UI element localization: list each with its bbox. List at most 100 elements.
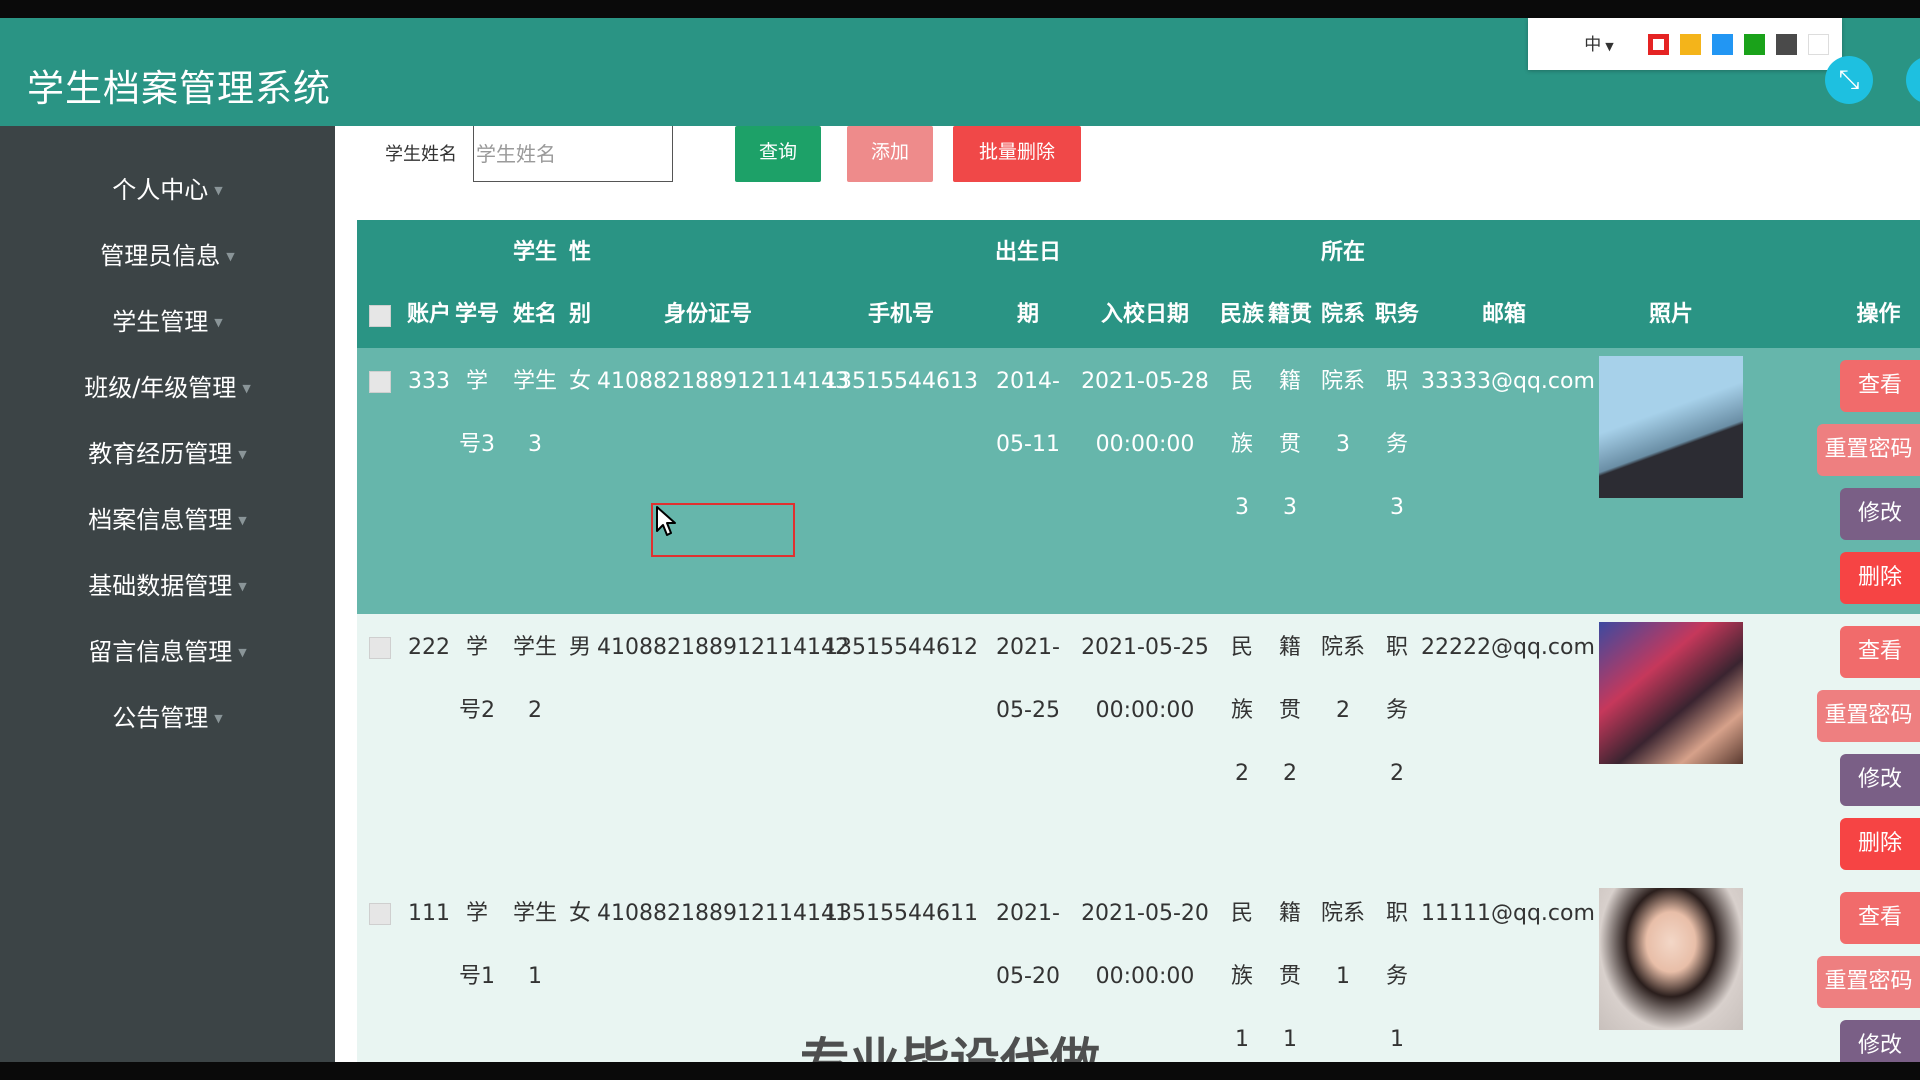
cell-id-card: 410882188912114142 <box>597 635 849 660</box>
sidebar-item-class-grade[interactable]: 班级/年级管理 ▼ <box>0 368 335 408</box>
theme-swatch-blue[interactable] <box>1712 34 1733 55</box>
sidebar-item-student-management[interactable]: 学生管理 ▼ <box>0 302 335 342</box>
sidebar-item-basic-data[interactable]: 基础数据管理 ▼ <box>0 566 335 606</box>
cell-birth-cont: 05-20 <box>996 964 1060 989</box>
sidebar-item-label: 留言信息管理 <box>88 638 233 666</box>
delete-button[interactable]: 删除 <box>1840 552 1920 604</box>
edit-button[interactable]: 修改 <box>1840 754 1920 806</box>
screen-bottom-border <box>0 1062 1920 1080</box>
table-row[interactable]: 333 学 号3 学生 3 女 410882188912114143 13515… <box>357 348 1920 614</box>
query-button[interactable]: 查询 <box>735 126 821 182</box>
cell-native-place-cont2: 1 <box>1283 1027 1297 1052</box>
cell-account: 111 <box>408 901 450 926</box>
cell-birth: 2021- <box>996 901 1060 926</box>
cell-email: 22222@qq.com <box>1421 635 1595 660</box>
cell-phone: 13515544613 <box>824 369 978 394</box>
main-content: 学生姓名 查询 添加 批量删除 账户 学号 学生 姓名 性 别 身份证号 手机号… <box>335 126 1920 1062</box>
screen-top-border <box>0 0 1920 18</box>
cell-phone: 13515544612 <box>824 635 978 660</box>
theme-swatch-red[interactable] <box>1648 34 1669 55</box>
batch-delete-button[interactable]: 批量删除 <box>953 126 1081 182</box>
cell-department: 院系 <box>1320 369 1365 394</box>
header-gender-top: 性 <box>568 240 591 265</box>
cell-student-no: 学 <box>465 635 488 660</box>
cell-native-place: 籍 <box>1278 635 1301 660</box>
cell-enroll-date: 2021-05-20 <box>1081 901 1209 926</box>
sidebar-item-announcements[interactable]: 公告管理 ▼ <box>0 698 335 738</box>
cell-ethnicity-cont: 族 <box>1230 698 1253 723</box>
cell-email: 33333@qq.com <box>1421 369 1595 394</box>
sidebar-item-archive-info[interactable]: 档案信息管理 ▼ <box>0 500 335 540</box>
row-checkbox[interactable] <box>369 637 391 659</box>
cell-name: 学生 <box>512 635 557 660</box>
row-checkbox[interactable] <box>369 903 391 925</box>
chevron-down-icon: ▼ <box>238 448 247 461</box>
fullscreen-icon[interactable]: ⤡ <box>1825 56 1873 104</box>
edit-button[interactable]: 修改 <box>1840 1020 1920 1062</box>
cell-gender: 男 <box>568 635 591 660</box>
reset-password-button[interactable]: 重置密码 <box>1817 956 1920 1008</box>
sidebar-item-personal-center[interactable]: 个人中心 ▼ <box>0 170 335 210</box>
cell-native-place-cont2: 3 <box>1283 495 1297 520</box>
cell-native-place-cont: 贯 <box>1278 964 1301 989</box>
cell-native-place: 籍 <box>1278 369 1301 394</box>
select-all-checkbox[interactable] <box>369 305 391 327</box>
sidebar-item-messages[interactable]: 留言信息管理 ▼ <box>0 632 335 672</box>
view-button[interactable]: 查看 <box>1840 360 1920 412</box>
cell-department: 院系 <box>1320 901 1365 926</box>
edit-button[interactable]: 修改 <box>1840 488 1920 540</box>
mouse-cursor-icon <box>656 506 676 536</box>
cell-student-no-cont: 号2 <box>459 698 495 723</box>
cell-ethnicity-cont2: 3 <box>1235 495 1249 520</box>
sidebar-item-label: 管理员信息 <box>100 242 221 270</box>
cell-email: 11111@qq.com <box>1421 901 1595 926</box>
header-position: 职务 <box>1374 302 1419 327</box>
cell-native-place: 籍 <box>1278 901 1301 926</box>
add-button[interactable]: 添加 <box>847 126 933 182</box>
language-select[interactable]: 中 ▼ <box>1564 32 1634 58</box>
header-photo: 照片 <box>1648 302 1693 327</box>
cell-id-card: 410882188912114143 <box>597 369 849 394</box>
sidebar-item-education-history[interactable]: 教育经历管理 ▼ <box>0 434 335 474</box>
theme-swatch-green[interactable] <box>1744 34 1765 55</box>
delete-button[interactable]: 删除 <box>1840 818 1920 870</box>
cell-ethnicity: 民 <box>1230 369 1253 394</box>
caret-down-icon: ▼ <box>1605 40 1614 53</box>
sidebar-item-admin-info[interactable]: 管理员信息 ▼ <box>0 236 335 276</box>
sidebar-item-label: 班级/年级管理 <box>84 374 237 402</box>
header-native-place: 籍贯 <box>1267 302 1312 327</box>
student-name-search-input[interactable] <box>473 126 673 182</box>
cell-student-no-cont: 号1 <box>459 964 495 989</box>
theme-swatch-white[interactable] <box>1808 34 1829 55</box>
cell-department: 院系 <box>1320 635 1365 660</box>
table-row[interactable]: 111 学 号1 学生 1 女 410882188912114141 13515… <box>357 880 1920 1062</box>
cell-department-cont: 3 <box>1336 432 1350 457</box>
cell-account: 222 <box>408 635 450 660</box>
cell-position: 职 <box>1385 901 1408 926</box>
theme-panel: 中 ▼ <box>1528 18 1842 70</box>
view-button[interactable]: 查看 <box>1840 626 1920 678</box>
theme-swatch-orange[interactable] <box>1680 34 1701 55</box>
cell-enroll-time: 00:00:00 <box>1095 432 1195 457</box>
cell-name-cont: 2 <box>528 698 542 723</box>
language-label: 中 <box>1584 35 1602 55</box>
sidebar: 个人中心 ▼ 管理员信息 ▼ 学生管理 ▼ 班级/年级管理 ▼ 教育经历管理 ▼ 档案信息… <box>0 126 335 1062</box>
reset-password-button[interactable]: 重置密码 <box>1817 690 1920 742</box>
chevron-down-icon: ▼ <box>214 316 223 329</box>
row-checkbox[interactable] <box>369 371 391 393</box>
student-photo <box>1599 622 1743 764</box>
header-account: 账户 <box>406 302 451 327</box>
cell-account: 333 <box>408 369 450 394</box>
header-student-no: 学号 <box>454 302 499 327</box>
theme-swatch-dark[interactable] <box>1776 34 1797 55</box>
view-button[interactable]: 查看 <box>1840 892 1920 944</box>
header-ethnicity: 民族 <box>1219 302 1264 327</box>
cell-name: 学生 <box>512 369 557 394</box>
reset-password-button[interactable]: 重置密码 <box>1817 424 1920 476</box>
cell-name-cont: 3 <box>528 432 542 457</box>
cell-position: 职 <box>1385 369 1408 394</box>
header-email: 邮箱 <box>1481 302 1526 327</box>
table-row[interactable]: 222 学 号2 学生 2 男 410882188912114142 13515… <box>357 614 1920 880</box>
sidebar-item-label: 公告管理 <box>112 704 209 732</box>
student-table: 账户 学号 学生 姓名 性 别 身份证号 手机号 出生日 期 入校日期 民族 籍… <box>357 220 1920 1062</box>
